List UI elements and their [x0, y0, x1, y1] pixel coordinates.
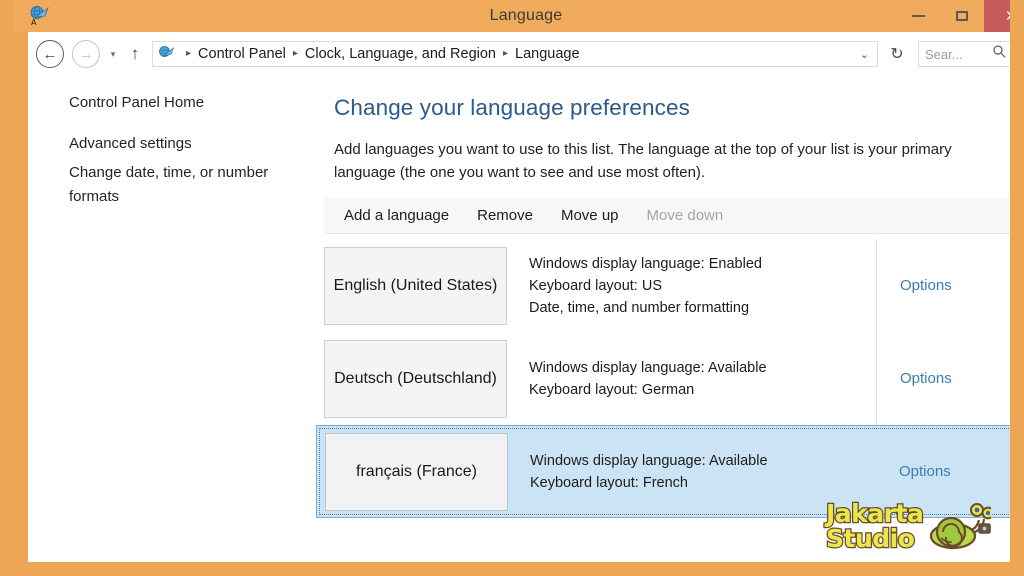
sidebar: Control Panel Home Advanced settings Cha…	[28, 76, 310, 215]
page-description: Add languages you want to use to this li…	[334, 141, 952, 181]
add-a-language-button[interactable]: Add a language	[338, 199, 455, 233]
jakarta-studio-watermark: Jakarta Studio	[825, 494, 1010, 558]
language-list: English (United States) Windows display …	[316, 239, 1010, 518]
sidebar-item-advanced-settings[interactable]: Advanced settings	[28, 133, 310, 155]
table-row[interactable]: Deutsch (Deutschland) Windows display la…	[316, 332, 1010, 425]
language-control-panel-window: A Language × ← → ▾ ↑ ▸ Control Panel ▸ C…	[0, 0, 1024, 576]
move-up-button[interactable]: Move up	[555, 199, 625, 233]
breadcrumb-clock-language-region[interactable]: Clock, Language, and Region	[305, 46, 496, 62]
breadcrumb-separator-icon: ▸	[292, 47, 298, 59]
search-placeholder: Sear...	[925, 46, 963, 62]
sidebar-item-control-panel-home[interactable]: Control Panel Home	[28, 92, 310, 114]
search-field[interactable]: Sear...	[918, 41, 1010, 67]
title-bar: A Language ×	[14, 0, 1017, 32]
command-toolbar: Add a language Remove Move up Move down	[324, 198, 1010, 234]
language-details-english: Windows display language: Enabled Keyboa…	[529, 253, 888, 319]
main-panel: Change your language preferences Add lan…	[310, 76, 1010, 562]
content-area: Control Panel Home Advanced settings Cha…	[28, 76, 1010, 562]
back-button[interactable]: ←	[36, 40, 64, 68]
table-row[interactable]: English (United States) Windows display …	[316, 239, 1010, 332]
move-down-button: Move down	[646, 206, 724, 224]
window-title: Language	[489, 7, 563, 24]
up-arrow-icon: ↑	[130, 44, 140, 63]
back-arrow-icon: ←	[42, 45, 58, 63]
up-one-level-button[interactable]: ↑	[124, 44, 146, 64]
options-link-english[interactable]: Options	[888, 277, 1010, 294]
address-dropdown-icon[interactable]: ⌄	[860, 48, 869, 61]
language-name-francais[interactable]: français (France)	[325, 432, 508, 511]
breadcrumb-separator-icon: ▸	[186, 47, 192, 59]
display-language-status: Windows display language: Available	[529, 359, 767, 376]
breadcrumb-separator-icon: ▸	[502, 47, 509, 59]
forward-arrow-icon: →	[78, 45, 94, 63]
display-language-status: Windows display language: Available	[530, 452, 768, 469]
chevron-down-icon: ▾	[110, 48, 116, 59]
display-language-status: Windows display language: Enabled	[529, 255, 762, 272]
date-time-number-formatting: Date, time, and number formatting	[529, 299, 750, 316]
refresh-button[interactable]: ↻	[884, 44, 910, 64]
watermark-text: Jakarta Studio	[825, 499, 925, 553]
close-icon: ×	[1005, 5, 1017, 27]
minimize-button[interactable]	[896, 0, 940, 32]
address-bar: ← → ▾ ↑ ▸ Control Panel ▸ Clock, Languag…	[28, 32, 1010, 76]
forward-button[interactable]: →	[72, 40, 100, 68]
options-link-deutsch[interactable]: Options	[888, 370, 1010, 387]
close-button[interactable]: ×	[984, 0, 1017, 32]
breadcrumb-control-panel[interactable]: Control Panel	[198, 46, 286, 62]
window-controls: ×	[896, 0, 1017, 32]
snail-with-camera-icon	[929, 496, 995, 557]
search-icon	[992, 44, 1007, 64]
page-title: Change your language preferences	[334, 95, 690, 120]
watermark-line-2: Studio	[825, 524, 916, 553]
options-link-francais[interactable]: Options	[887, 463, 1010, 480]
language-name-deutsch[interactable]: Deutsch (Deutschland)	[324, 339, 507, 418]
remove-button[interactable]: Remove	[471, 199, 539, 233]
minimize-icon	[911, 15, 925, 17]
keyboard-layout: Keyboard layout: US	[529, 277, 662, 294]
recent-locations-button[interactable]: ▾	[104, 49, 122, 60]
refresh-icon: ↻	[890, 46, 904, 63]
maximize-button[interactable]	[940, 0, 984, 32]
language-details-deutsch: Windows display language: Available Keyb…	[529, 357, 888, 401]
keyboard-layout: Keyboard layout: German	[529, 381, 695, 398]
breadcrumb-language[interactable]: Language	[515, 46, 580, 62]
maximize-icon	[956, 11, 968, 21]
watermark-line-1: Jakarta	[825, 499, 925, 528]
sidebar-item-change-date-time-formats[interactable]: Change date, time, or number formats	[28, 161, 310, 209]
language-globe-icon	[157, 45, 175, 63]
keyboard-layout: Keyboard layout: French	[530, 474, 688, 491]
breadcrumb-address-field[interactable]: ▸ Control Panel ▸ Clock, Language, and R…	[152, 41, 878, 67]
language-name-english[interactable]: English (United States)	[324, 246, 507, 325]
language-details-francais: Windows display language: Available Keyb…	[530, 450, 887, 494]
